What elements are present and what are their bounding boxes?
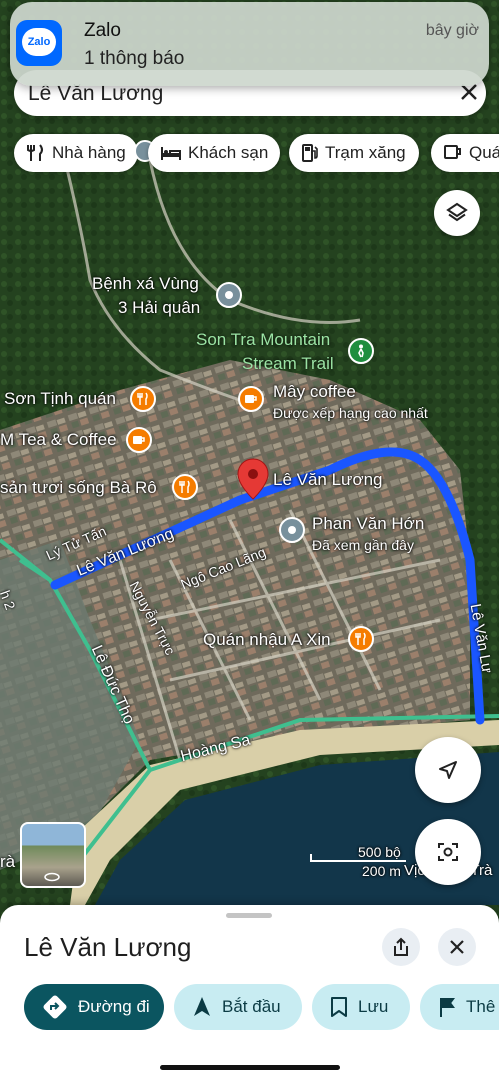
location-arrow-icon — [439, 761, 457, 779]
place-label-le-van-luong[interactable]: Lê Văn Lương — [273, 470, 383, 490]
notification-app-name: Zalo — [84, 20, 121, 41]
cafe-marker-icon[interactable] — [238, 386, 264, 412]
place-label-son-tra[interactable]: Son Tra Mountain — [196, 330, 330, 350]
navigation-arrow-icon — [194, 997, 210, 1016]
category-label: Quá — [469, 143, 499, 162]
category-chip-gas-stations[interactable]: Trạm xăng — [289, 134, 419, 172]
layers-icon — [446, 202, 468, 222]
notification-message: 1 thông báo — [84, 48, 185, 69]
close-sheet-button[interactable] — [438, 928, 476, 966]
map-layers-button[interactable] — [434, 190, 480, 236]
directions-button[interactable]: Đường đi — [24, 984, 164, 1030]
place-note-top-rated: Được xếp hạng cao nhất — [273, 405, 428, 421]
directions-label: Đường đi — [78, 997, 150, 1016]
place-note-recently-viewed: Đã xem gần đây — [312, 537, 414, 553]
sheet-drag-handle[interactable] — [226, 913, 272, 918]
cafe-icon — [444, 145, 461, 159]
place-marker-icon[interactable] — [279, 517, 305, 543]
place-label-m-tea[interactable]: M Tea & Coffee — [0, 430, 117, 450]
notification-banner[interactable] — [10, 2, 489, 86]
hospital-marker-icon[interactable] — [216, 282, 242, 308]
zalo-logo-text: Zalo — [27, 36, 51, 48]
camera-lens-icon — [438, 843, 458, 861]
more-action-label: Thê — [466, 997, 496, 1016]
notification-time: bây giờ — [425, 22, 479, 39]
place-label-benh-xa-line2[interactable]: 3 Hải quân — [118, 298, 200, 318]
lens-search-button[interactable] — [415, 819, 481, 885]
close-icon — [450, 940, 464, 954]
start-label: Bắt đầu — [222, 997, 281, 1016]
category-chip-cafes[interactable]: Quá — [431, 134, 499, 172]
place-label-son-tra-line2[interactable]: Stream Trail — [242, 354, 334, 374]
category-chip-hotels[interactable]: Khách sạn — [148, 134, 280, 172]
restaurant-marker-icon[interactable] — [348, 626, 374, 652]
gas-station-icon — [302, 144, 318, 162]
share-button[interactable] — [382, 928, 420, 966]
category-label: Trạm xăng — [325, 143, 406, 162]
selected-location-pin-icon[interactable] — [237, 458, 269, 505]
share-icon — [394, 937, 408, 956]
save-label: Lưu — [358, 997, 389, 1016]
cafe-marker-icon[interactable] — [126, 427, 152, 453]
directions-icon — [43, 995, 67, 1019]
start-navigation-button[interactable]: Bắt đầu — [174, 984, 302, 1030]
rotate-360-icon — [44, 872, 60, 882]
restaurant-icon — [27, 144, 43, 161]
place-label-son-tinh[interactable]: Sơn Tịnh quán — [4, 389, 116, 409]
my-location-button[interactable] — [415, 737, 481, 803]
place-label-benh-xa[interactable]: Bệnh xá Vùng — [92, 274, 199, 294]
flag-icon — [440, 998, 455, 1017]
place-label-ba-ro[interactable]: sản tươi sống Bà Rô — [0, 478, 157, 498]
map-scale-bar: 500 bộ 200 m — [310, 844, 410, 879]
save-button[interactable]: Lưu — [312, 984, 410, 1030]
place-label-quan-nhau[interactable]: Quán nhậu A Xin — [203, 630, 331, 650]
category-chip-restaurants[interactable]: Nhà hàng — [14, 134, 138, 172]
restaurant-marker-icon[interactable] — [172, 474, 198, 500]
bookmark-icon — [331, 997, 347, 1017]
place-label-left-edge: rà — [0, 852, 16, 871]
home-indicator[interactable] — [160, 1065, 340, 1070]
zalo-app-icon: Zalo — [16, 20, 62, 66]
street-view-thumbnail[interactable] — [20, 822, 86, 888]
scale-meters-label: 200 m — [362, 863, 401, 879]
hiking-marker-icon[interactable] — [348, 338, 374, 364]
place-title: Lê Văn Lương — [24, 932, 192, 962]
more-action-button[interactable]: Thê — [420, 984, 499, 1030]
category-label: Nhà hàng — [52, 143, 126, 162]
restaurant-marker-icon[interactable] — [130, 386, 156, 412]
scale-feet-label: 500 bộ — [358, 844, 401, 860]
category-label: Khách sạn — [188, 143, 269, 162]
place-label-phan-van-hon[interactable]: Phan Văn Hớn — [312, 514, 424, 534]
place-label-may-coffee[interactable]: Mây coffee — [273, 382, 356, 402]
hotel-icon — [161, 147, 181, 160]
